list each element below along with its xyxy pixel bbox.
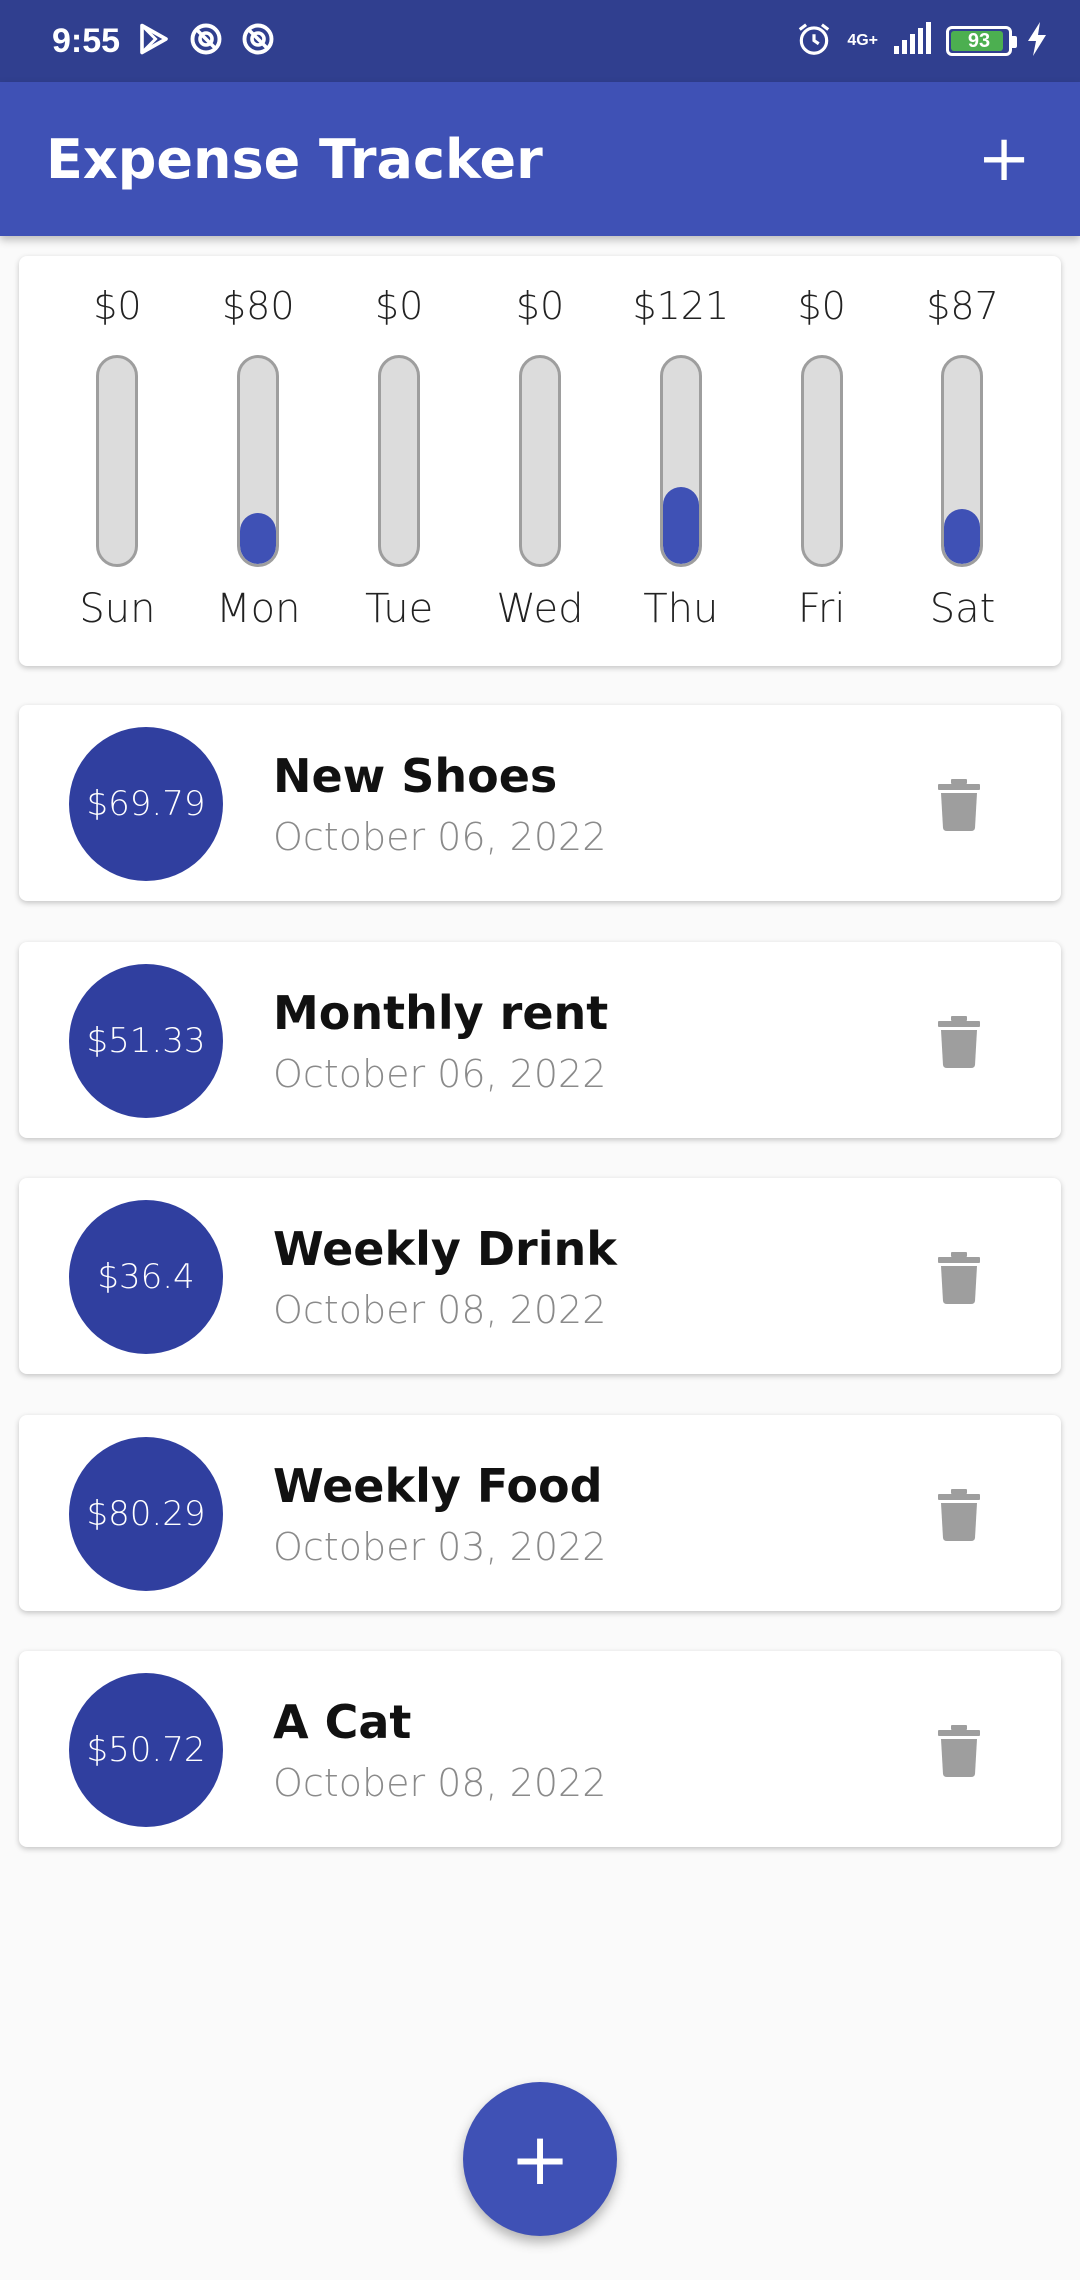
bar-day-label: Wed — [496, 586, 584, 632]
bar-day-label: Sat — [929, 586, 996, 632]
bar-amount-label: $0 — [374, 284, 424, 328]
transaction-date: October 08, 2022 — [273, 1761, 607, 1805]
amount-badge: $51.33 — [69, 964, 223, 1118]
amount-badge: $36.4 — [69, 1200, 223, 1354]
transaction-date: October 06, 2022 — [273, 815, 607, 859]
transaction-date: October 06, 2022 — [273, 1052, 607, 1096]
amount-badge: $80.29 — [69, 1437, 223, 1591]
network-type: 4G+ — [847, 32, 878, 49]
bar-day-label: Tue — [364, 586, 434, 632]
bar-track — [378, 355, 421, 567]
app-title: Expense Tracker — [46, 127, 543, 191]
battery-icon: 93 — [946, 26, 1017, 56]
transaction-title: Weekly Drink — [273, 1222, 617, 1276]
bar-amount-label: $87 — [926, 284, 999, 328]
delete-button[interactable] — [931, 1012, 987, 1072]
bar-fill — [944, 508, 981, 564]
delete-button[interactable] — [931, 1248, 987, 1308]
bar-track — [659, 355, 702, 567]
bar-day-label: Mon — [216, 586, 301, 632]
alarm-icon — [795, 20, 833, 62]
chart-bar-wed: $0 Wed — [475, 256, 605, 666]
transaction-title: Monthly rent — [273, 986, 609, 1040]
amount-badge: $50.72 — [69, 1673, 223, 1827]
transaction-card: $50.72 A Cat October 08, 2022 — [19, 1651, 1061, 1847]
chart-bar-fri: $0 Fri — [757, 256, 887, 666]
plus-icon: + — [509, 2117, 571, 2201]
status-left: 9:55 — [52, 21, 276, 61]
status-right: 4G+ 93 — [795, 20, 1048, 62]
add-transaction-fab[interactable]: + — [463, 2082, 617, 2236]
status-bar: 9:55 4G+ 93 — [0, 0, 1080, 82]
trash-icon — [938, 1252, 980, 1304]
transaction-card: $69.79 New Shoes October 06, 2022 — [19, 705, 1061, 901]
delete-button[interactable] — [931, 1721, 987, 1781]
delete-button[interactable] — [931, 775, 987, 835]
chart-bar-tue: $0 Tue — [334, 256, 464, 666]
weekly-chart: $0 Sun $80 Mon $0 Tue $0 Wed $121 Thu $0 Fri $87 Sat — [19, 256, 1061, 666]
bar-fill — [240, 513, 277, 564]
delete-button[interactable] — [931, 1485, 987, 1545]
bar-track — [800, 355, 843, 567]
bar-day-label: Fri — [797, 586, 846, 632]
bar-day-label: Sun — [79, 586, 156, 632]
chart-bar-mon: $80 Mon — [193, 256, 323, 666]
chart-bar-thu: $121 Thu — [616, 256, 746, 666]
app-bar: Expense Tracker + — [0, 82, 1080, 236]
bar-amount-label: $121 — [632, 284, 730, 328]
transaction-card: $36.4 Weekly Drink October 08, 2022 — [19, 1178, 1061, 1374]
transaction-date: October 08, 2022 — [273, 1288, 607, 1332]
battery-level: 93 — [967, 29, 991, 52]
sync-icon — [188, 21, 224, 61]
transaction-date: October 03, 2022 — [273, 1525, 607, 1569]
play-store-icon — [136, 21, 172, 61]
add-expense-button[interactable]: + — [968, 123, 1040, 195]
charging-icon — [1026, 22, 1048, 60]
bar-track — [518, 355, 561, 567]
sync-icon — [240, 21, 276, 61]
chart-bar-sun: $0 Sun — [52, 256, 182, 666]
chart-bar-sat: $87 Sat — [897, 256, 1027, 666]
transaction-card: $51.33 Monthly rent October 06, 2022 — [19, 942, 1061, 1138]
signal-icon — [892, 22, 932, 60]
status-time: 9:55 — [52, 21, 121, 60]
bar-amount-label: $80 — [222, 284, 295, 328]
transaction-title: A Cat — [273, 1695, 412, 1749]
bar-day-label: Thu — [643, 586, 719, 632]
bar-amount-label: $0 — [515, 284, 565, 328]
bar-track — [96, 355, 139, 567]
trash-icon — [938, 1489, 980, 1541]
amount-badge: $69.79 — [69, 727, 223, 881]
trash-icon — [938, 1016, 980, 1068]
bar-amount-label: $0 — [93, 284, 142, 328]
battery-tip — [1012, 36, 1017, 48]
transaction-card: $80.29 Weekly Food October 03, 2022 — [19, 1415, 1061, 1611]
bar-fill — [662, 487, 699, 564]
plus-icon: + — [977, 122, 1031, 196]
trash-icon — [938, 1725, 980, 1777]
trash-icon — [938, 779, 980, 831]
bar-track — [941, 355, 984, 567]
transaction-title: New Shoes — [273, 749, 558, 803]
bar-amount-label: $0 — [797, 284, 846, 328]
bar-track — [237, 355, 280, 567]
transaction-title: Weekly Food — [273, 1459, 603, 1513]
